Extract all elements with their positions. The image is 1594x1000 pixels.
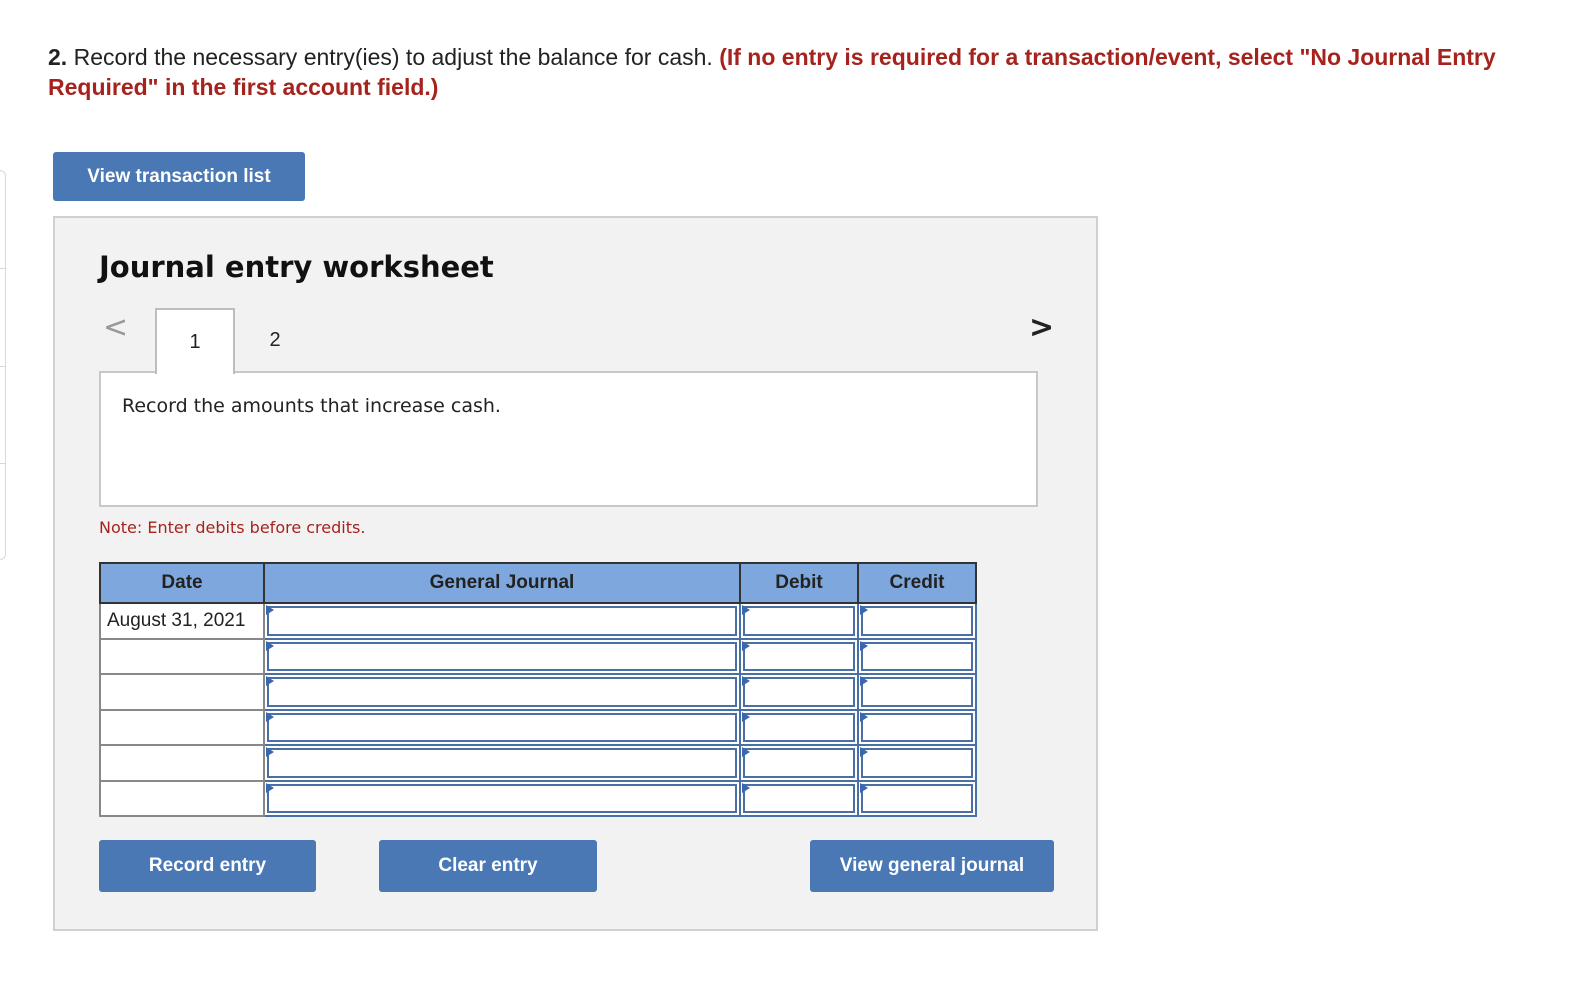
date-cell[interactable] [99, 708, 265, 746]
question-number: 2. [48, 44, 68, 70]
worksheet-title: Journal entry worksheet [99, 250, 494, 284]
debit-input[interactable] [743, 748, 855, 778]
debit-header: Debit [739, 562, 859, 604]
date-cell[interactable] [99, 744, 265, 782]
dropdown-marker-icon [266, 605, 274, 615]
dropdown-marker-icon [860, 676, 868, 686]
account-field[interactable] [263, 779, 741, 817]
dropdown-marker-icon [742, 782, 750, 793]
date-cell[interactable] [99, 779, 265, 817]
debit-field[interactable] [739, 779, 859, 817]
journal-table: Date General Journal Debit Credit August… [99, 562, 977, 817]
question-text: 2. Record the necessary entry(ies) to ad… [48, 42, 1548, 102]
prompt-box: Record the amounts that increase cash. [99, 371, 1038, 507]
credit-input[interactable] [861, 783, 973, 813]
credit-input[interactable] [861, 641, 973, 671]
dropdown-marker-icon [860, 605, 868, 615]
date-cell[interactable] [99, 637, 265, 675]
account-input[interactable] [267, 783, 737, 813]
left-rail-divider [0, 268, 6, 269]
note-text: Note: Enter debits before credits. [99, 518, 366, 537]
credit-field[interactable] [857, 744, 977, 782]
account-input[interactable] [267, 748, 737, 778]
dropdown-marker-icon [266, 640, 274, 651]
dropdown-marker-icon [266, 711, 274, 722]
debit-input[interactable] [743, 641, 855, 671]
debit-input[interactable] [743, 712, 855, 742]
credit-input[interactable] [861, 712, 973, 742]
view-general-journal-button[interactable]: View general journal [810, 840, 1054, 892]
account-input[interactable] [267, 712, 737, 742]
debit-field[interactable] [739, 602, 859, 640]
debit-input[interactable] [743, 677, 855, 707]
left-rail-divider [0, 463, 6, 464]
credit-field[interactable] [857, 673, 977, 711]
dropdown-marker-icon [266, 747, 274, 757]
prompt-text: Record the amounts that increase cash. [122, 395, 501, 417]
chevron-left-icon[interactable]: < [103, 310, 128, 345]
credit-header: Credit [857, 562, 977, 604]
table-row [99, 708, 977, 746]
dropdown-marker-icon [860, 711, 868, 722]
account-input[interactable] [267, 677, 737, 707]
date-cell[interactable] [99, 673, 265, 711]
credit-field[interactable] [857, 708, 977, 746]
account-input[interactable] [267, 606, 737, 636]
left-rail-divider [0, 366, 6, 367]
date-cell: August 31, 2021 [99, 602, 265, 640]
debit-field[interactable] [739, 708, 859, 746]
debit-input[interactable] [743, 606, 855, 636]
table-row: August 31, 2021 [99, 602, 977, 640]
question-body: Record the necessary entry(ies) to adjus… [67, 44, 720, 70]
account-field[interactable] [263, 673, 741, 711]
debit-input[interactable] [743, 783, 855, 813]
general-journal-header: General Journal [263, 562, 741, 604]
dropdown-marker-icon [742, 676, 750, 686]
tab-2[interactable]: 2 [235, 308, 315, 372]
dropdown-marker-icon [742, 605, 750, 615]
credit-input[interactable] [861, 677, 973, 707]
left-rail [0, 170, 6, 560]
dropdown-marker-icon [860, 782, 868, 793]
account-field[interactable] [263, 637, 741, 675]
dropdown-marker-icon [266, 782, 274, 793]
credit-input[interactable] [861, 606, 973, 636]
debit-field[interactable] [739, 637, 859, 675]
account-field[interactable] [263, 744, 741, 782]
account-field[interactable] [263, 708, 741, 746]
account-input[interactable] [267, 641, 737, 671]
chevron-right-icon[interactable]: > [1029, 310, 1054, 345]
journal-header-row: Date General Journal Debit Credit [99, 562, 977, 604]
credit-field[interactable] [857, 779, 977, 817]
debit-field[interactable] [739, 673, 859, 711]
journal-entry-worksheet: Journal entry worksheet < > 1 2 Record t… [53, 216, 1098, 931]
table-row [99, 744, 977, 782]
credit-field[interactable] [857, 637, 977, 675]
dropdown-marker-icon [742, 640, 750, 651]
record-entry-button[interactable]: Record entry [99, 840, 316, 892]
debit-field[interactable] [739, 744, 859, 782]
dropdown-marker-icon [266, 676, 274, 686]
date-header: Date [99, 562, 265, 604]
credit-field[interactable] [857, 602, 977, 640]
dropdown-marker-icon [860, 747, 868, 757]
table-row [99, 673, 977, 711]
credit-input[interactable] [861, 748, 973, 778]
table-row [99, 779, 977, 817]
clear-entry-button[interactable]: Clear entry [379, 840, 597, 892]
tab-1[interactable]: 1 [155, 308, 235, 374]
dropdown-marker-icon [742, 711, 750, 722]
account-field[interactable] [263, 602, 741, 640]
dropdown-marker-icon [742, 747, 750, 757]
view-transaction-list-button[interactable]: View transaction list [53, 152, 305, 201]
table-row [99, 637, 977, 675]
dropdown-marker-icon [860, 640, 868, 651]
